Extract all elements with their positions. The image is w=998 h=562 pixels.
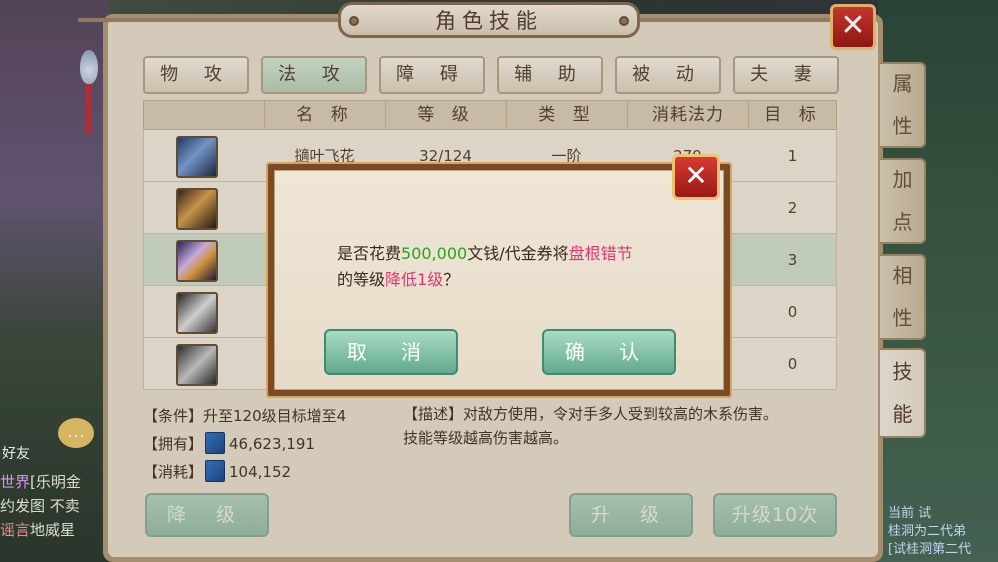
msg-text: ？: [443, 270, 460, 289]
skill-name: 盘根错节: [568, 244, 633, 263]
msg-text: 是否花费: [337, 244, 402, 263]
msg-text: 的等级: [337, 270, 386, 289]
confirm-dialog: 是否花费500,000文钱/代金券将盘根错节 的等级降低1级？ 取 消 确 认 …: [266, 154, 732, 398]
close-icon: ✕: [684, 159, 708, 192]
cost-amount: 500,000: [401, 244, 468, 263]
dialog-body: 是否花费500,000文钱/代金券将盘根错节 的等级降低1级？ 取 消 确 认: [274, 170, 724, 390]
level-change: 降低1级: [385, 270, 444, 289]
dialog-message: 是否花费500,000文钱/代金券将盘根错节 的等级降低1级？: [337, 241, 697, 293]
confirm-button[interactable]: 确 认: [542, 329, 676, 375]
close-dialog-button[interactable]: ✕: [672, 154, 720, 200]
msg-text: 文钱/代金券将: [467, 244, 569, 263]
cancel-button[interactable]: 取 消: [324, 329, 458, 375]
